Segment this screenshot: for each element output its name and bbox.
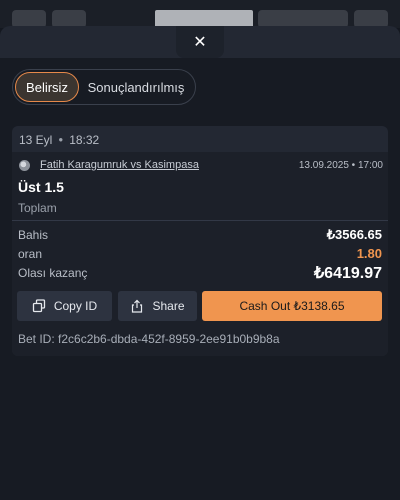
cash-out-label: Cash Out ₺3138.65: [239, 299, 345, 313]
odds-row: oran 1.80: [18, 246, 382, 261]
close-icon[interactable]: ✕: [193, 32, 206, 52]
potential-win-label: Olası kazanç: [18, 266, 88, 280]
bet-date: 13 Eyl: [19, 132, 53, 147]
potential-win-row: Olası kazanç ₺6419.97: [18, 263, 382, 283]
bet-card-header: 13 Eyl ● 18:32: [12, 126, 388, 148]
odds-value: 1.80: [356, 246, 382, 261]
copy-id-button[interactable]: Copy ID: [17, 291, 112, 321]
odds-label: oran: [18, 246, 43, 261]
share-button[interactable]: Share: [118, 291, 197, 321]
potential-win-value: ₺6419.97: [313, 265, 382, 282]
market-title: Üst 1.5: [18, 179, 64, 195]
background-header: [0, 0, 400, 28]
share-icon: [132, 299, 143, 313]
bet-id: Bet ID: f2c6c2b6-dbda-452f-8959-2ee91b0b…: [18, 332, 280, 346]
bet-details-sheet: ✕ Belirsiz Sonuçlandırılmış 13 Eyl ● 18:…: [0, 26, 400, 500]
close-button[interactable]: ✕: [176, 26, 224, 58]
bet-time: 18:32: [69, 132, 100, 147]
divider: [12, 220, 388, 221]
market-type: Toplam: [18, 201, 57, 215]
bet-card-body: Fatih Karagumruk vs Kasimpasa 13.09.2025…: [12, 152, 388, 356]
stake-label: Bahis: [18, 228, 49, 242]
match-row: Fatih Karagumruk vs Kasimpasa 13.09.2025…: [19, 157, 383, 173]
share-label: Share: [152, 299, 185, 313]
tab-settled[interactable]: Sonuçlandırılmış: [79, 72, 193, 102]
stake-value: ₺3566.65: [326, 227, 382, 242]
tab-pending[interactable]: Belirsiz: [15, 72, 79, 102]
stake-row: Bahis ₺3566.65: [18, 227, 382, 243]
copy-id-label: Copy ID: [53, 299, 98, 313]
match-link[interactable]: Fatih Karagumruk vs Kasimpasa: [40, 159, 199, 171]
status-tabs: Belirsiz Sonuçlandırılmış: [12, 69, 196, 105]
sheet-header: ✕: [0, 26, 400, 58]
football-icon: [19, 159, 30, 171]
match-datetime: 13.09.2025 • 17:00: [298, 159, 383, 171]
separator-dot: ●: [58, 135, 64, 144]
copy-icon: [32, 299, 45, 313]
bet-card: 13 Eyl ● 18:32 Fatih Karagumruk vs Kasim…: [12, 126, 388, 356]
cash-out-button[interactable]: Cash Out ₺3138.65: [202, 291, 382, 321]
